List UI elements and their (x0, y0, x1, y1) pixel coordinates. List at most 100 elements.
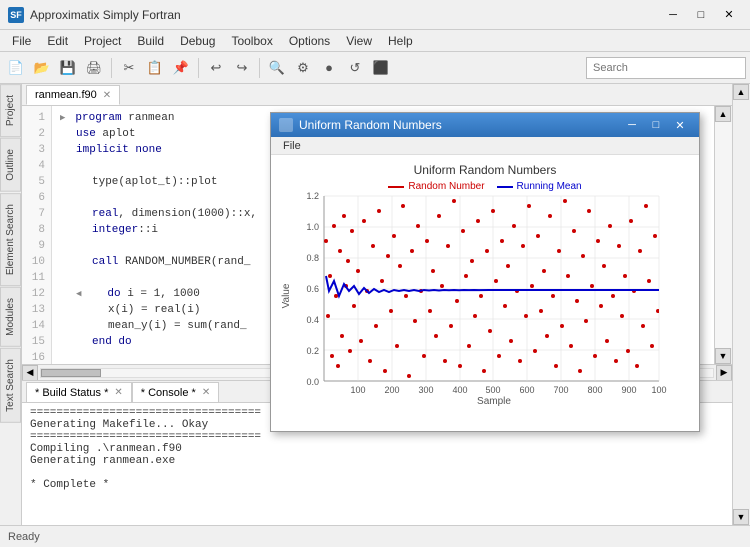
chart-legend: Random Number Running Mean (279, 181, 691, 192)
status-text: Ready (8, 531, 40, 543)
float-maximize-btn[interactable]: □ (645, 116, 667, 134)
svg-text:400: 400 (452, 385, 467, 395)
float-title-bar[interactable]: Uniform Random Numbers ─ □ ✕ (271, 113, 699, 137)
svg-text:600: 600 (519, 385, 534, 395)
maximize-button[interactable]: □ (688, 5, 714, 25)
console-tab-close[interactable]: ✕ (202, 387, 210, 398)
toolbar-open[interactable]: 📂 (30, 56, 54, 80)
chart-container: Uniform Random Numbers Random Number Run… (271, 155, 699, 431)
title-bar-controls: ─ □ ✕ (660, 5, 742, 25)
toolbar-undo[interactable]: ↩ (204, 56, 228, 80)
float-minimize-btn[interactable]: ─ (621, 116, 643, 134)
toolbar-redo[interactable]: ↪ (230, 56, 254, 80)
float-menu: File (271, 137, 699, 155)
menu-debug[interactable]: Debug (172, 32, 223, 50)
toolbar: 📄 📂 💾 🖨 ✂ 📋 📌 ↩ ↪ 🔍 ⚙ ● ↺ ⬛ (0, 52, 750, 84)
tab-outline[interactable]: Outline (0, 138, 21, 192)
chart-svg: Value Sample 0.0 0. (279, 196, 691, 406)
menu-options[interactable]: Options (281, 32, 338, 50)
chart-title: Uniform Random Numbers (279, 163, 691, 177)
svg-text:1.2: 1.2 (306, 191, 319, 201)
toolbar-circle[interactable]: ● (317, 56, 341, 80)
menu-edit[interactable]: Edit (39, 32, 76, 50)
running-mean-line (326, 276, 659, 296)
title-bar: SF Approximatix Simply Fortran ─ □ ✕ (0, 0, 750, 30)
toolbar-refresh[interactable]: ↺ (343, 56, 367, 80)
toolbar-sep-1 (111, 58, 112, 78)
toolbar-print[interactable]: 🖨 (82, 56, 106, 80)
right-panel: ▲ ▼ (732, 84, 750, 525)
build-line-complete: * Complete * (30, 479, 724, 491)
y-axis-label: Value (281, 283, 292, 308)
app-icon: SF (8, 7, 24, 23)
legend-random: Random Number (388, 181, 484, 192)
search-box (586, 57, 746, 79)
build-line-compiling: Compiling .\ranmean.f90 (30, 443, 724, 455)
status-bar: Ready (0, 525, 750, 547)
tab-project[interactable]: Project (0, 84, 21, 137)
build-status-tab-close[interactable]: ✕ (114, 387, 122, 398)
toolbar-paste[interactable]: 📌 (169, 56, 193, 80)
scroll-down-btn[interactable]: ▼ (715, 348, 731, 364)
toolbar-cut[interactable]: ✂ (117, 56, 141, 80)
line-numbers: 12345 678910 1112131415 1617181920 21 (22, 106, 52, 364)
svg-text:0.0: 0.0 (306, 377, 319, 387)
float-title-left: Uniform Random Numbers (279, 118, 442, 132)
menu-view[interactable]: View (338, 32, 380, 50)
build-line-sep2: =================================== (30, 431, 724, 443)
editor-tab-label: ranmean.f90 (35, 89, 97, 101)
svg-text:700: 700 (553, 385, 568, 395)
title-bar-left: SF Approximatix Simply Fortran (8, 7, 181, 23)
search-input[interactable] (586, 57, 746, 79)
svg-text:0.4: 0.4 (306, 315, 319, 325)
close-button[interactable]: ✕ (716, 5, 742, 25)
float-menu-file[interactable]: File (277, 139, 307, 153)
menu-toolbox[interactable]: Toolbox (223, 32, 280, 50)
console-tab[interactable]: * Console * ✕ (132, 382, 219, 402)
svg-text:0.2: 0.2 (306, 346, 319, 356)
svg-text:1.0: 1.0 (306, 222, 319, 232)
toolbar-copy[interactable]: 📋 (143, 56, 167, 80)
legend-mean-line (497, 186, 513, 188)
build-status-tab[interactable]: * Build Status * ✕ (26, 382, 132, 402)
tab-text-search[interactable]: Text Search (0, 348, 21, 423)
float-window-icon (279, 118, 293, 132)
right-scroll-track (733, 100, 750, 509)
menu-help[interactable]: Help (380, 32, 421, 50)
scroll-thumb[interactable] (41, 369, 101, 377)
float-window: Uniform Random Numbers ─ □ ✕ File Unifor… (270, 112, 700, 432)
menu-file[interactable]: File (4, 32, 39, 50)
toolbar-search[interactable]: 🔍 (265, 56, 289, 80)
tab-modules[interactable]: Modules (0, 287, 21, 347)
svg-text:900: 900 (621, 385, 636, 395)
menu-bar: File Edit Project Build Debug Toolbox Op… (0, 30, 750, 52)
svg-text:200: 200 (384, 385, 399, 395)
svg-text:100: 100 (350, 385, 365, 395)
minimize-button[interactable]: ─ (660, 5, 686, 25)
scroll-right-btn[interactable]: ▶ (716, 365, 732, 381)
app-title: Approximatix Simply Fortran (30, 8, 181, 22)
x-axis-label: Sample (477, 396, 511, 407)
right-scroll-up[interactable]: ▲ (733, 84, 749, 100)
toolbar-gear[interactable]: ⚙ (291, 56, 315, 80)
toolbar-new[interactable]: 📄 (4, 56, 28, 80)
right-scroll-down[interactable]: ▼ (733, 509, 749, 525)
left-panel-tabs: Project Outline Element Search Modules T… (0, 84, 22, 525)
svg-text:500: 500 (485, 385, 500, 395)
editor-tab-close[interactable]: ✕ (103, 90, 111, 101)
svg-text:800: 800 (587, 385, 602, 395)
tab-element-search[interactable]: Element Search (0, 193, 21, 286)
toolbar-extra[interactable]: ⬛ (369, 56, 393, 80)
scroll-up-btn[interactable]: ▲ (715, 106, 731, 122)
menu-project[interactable]: Project (76, 32, 129, 50)
float-close-btn[interactable]: ✕ (669, 116, 691, 134)
legend-random-line (388, 186, 404, 188)
toolbar-save[interactable]: 💾 (56, 56, 80, 80)
scroll-left-btn[interactable]: ◀ (22, 365, 38, 381)
editor-tab-ranmean[interactable]: ranmean.f90 ✕ (26, 85, 120, 105)
menu-build[interactable]: Build (129, 32, 172, 50)
svg-text:0.8: 0.8 (306, 253, 319, 263)
toolbar-sep-3 (259, 58, 260, 78)
vertical-scrollbar[interactable]: ▲ ▼ (714, 106, 732, 364)
svg-text:0.6: 0.6 (306, 284, 319, 294)
